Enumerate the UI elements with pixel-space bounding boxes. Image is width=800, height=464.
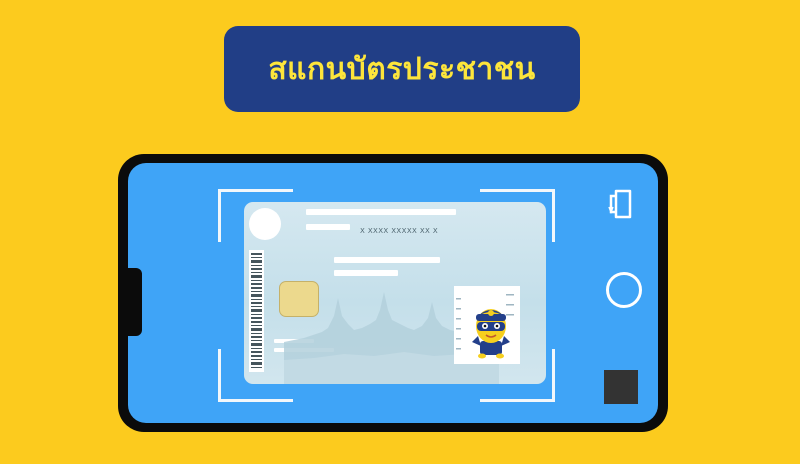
- card-number: X XXXX XXXXX XX X: [360, 227, 439, 235]
- card-name-line: [334, 257, 440, 263]
- gallery-icon[interactable]: [604, 370, 638, 404]
- card-subheader-line: [306, 224, 350, 230]
- mascot-icon: [456, 294, 514, 359]
- phone-frame: X XXXX XXXXX XX X: [118, 154, 668, 432]
- shutter-icon[interactable]: [606, 272, 642, 308]
- switch-camera-icon[interactable]: [604, 183, 644, 223]
- phone-notch: [128, 268, 142, 336]
- card-photo: [454, 286, 520, 364]
- seal-icon: [249, 208, 281, 240]
- page-title: สแกนบัตรประชาชน: [268, 51, 536, 87]
- camera-screen: X XXXX XXXXX XX X: [128, 163, 658, 423]
- title-banner: สแกนบัตรประชาชน: [224, 26, 580, 112]
- barcode-icon: [249, 250, 264, 372]
- card-header-line: [306, 209, 456, 215]
- id-card: X XXXX XXXXX XX X: [244, 202, 546, 384]
